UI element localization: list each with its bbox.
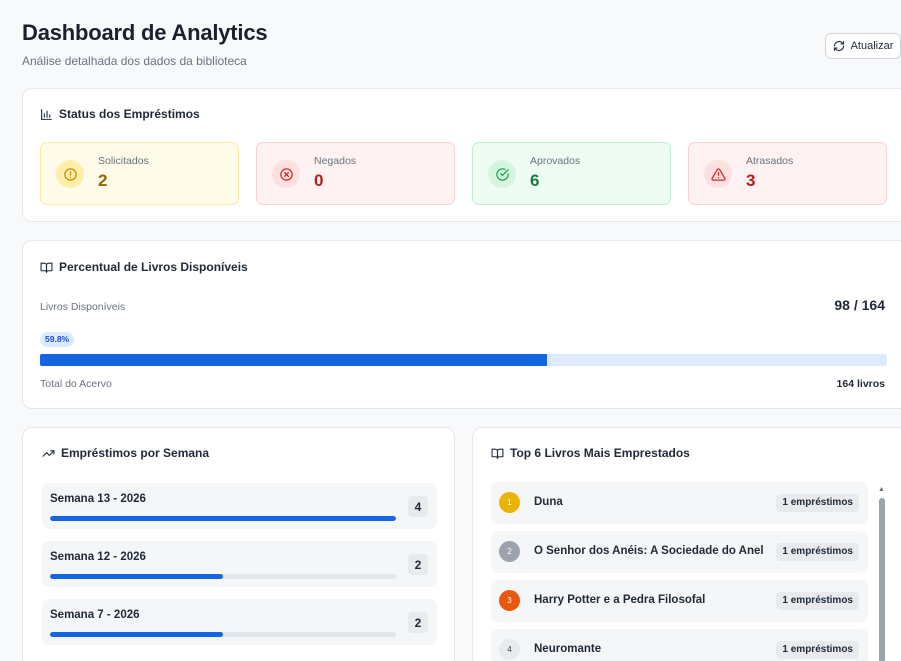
total-collection-value: 164 livros	[836, 378, 885, 390]
week-row: Semana 7 - 2026 2	[42, 599, 437, 645]
stat-denied-value: 0	[314, 171, 324, 190]
stat-denied-label: Negados	[314, 155, 357, 167]
week-progress-bar	[50, 632, 396, 637]
stat-requested-label: Solicitados	[98, 155, 149, 167]
top-books-heading: Top 6 Livros Mais Emprestados	[491, 446, 690, 460]
weekly-loans-card: Empréstimos por Semana Semana 13 - 2026 …	[22, 427, 455, 661]
total-collection-label: Total do Acervo	[40, 378, 112, 390]
week-label: Semana 7 - 2026	[50, 609, 140, 621]
list-item[interactable]: 2 O Senhor dos Anéis: A Sociedade do Ane…	[491, 531, 868, 573]
availability-card: Percentual de Livros Disponíveis Livros …	[22, 240, 901, 409]
open-book-icon	[40, 262, 53, 273]
weekly-loans-heading: Empréstimos por Semana	[42, 446, 209, 460]
book-title: Neuromante	[534, 643, 602, 655]
stat-overdue: Atrasados 3	[688, 142, 887, 205]
stat-requested-value: 2	[98, 171, 108, 190]
weekly-loans-title: Empréstimos por Semana	[61, 446, 210, 460]
list-item[interactable]: 3 Harry Potter e a Pedra Filosofal 1 emp…	[491, 580, 868, 622]
stat-denied: Negados 0	[256, 142, 455, 205]
alert-circle-icon	[56, 160, 84, 188]
analytics-page: Dashboard de Analytics Análise detalhada…	[0, 0, 901, 661]
open-book-icon	[491, 448, 504, 459]
list-item[interactable]: 4 Neuromante 1 empréstimos	[491, 629, 868, 661]
week-count-badge: 4	[408, 496, 428, 517]
availability-progress-fill	[40, 354, 547, 366]
refresh-label: Atualizar	[850, 40, 894, 52]
x-circle-icon	[272, 160, 300, 188]
trending-up-icon	[42, 449, 55, 457]
page-header: Dashboard de Analytics Análise detalhada…	[22, 20, 268, 68]
refresh-icon	[833, 40, 844, 52]
week-progress-fill	[50, 632, 223, 637]
availability-title: Percentual de Livros Disponíveis	[59, 260, 248, 274]
scroll-up-arrow-icon[interactable]: ▲	[878, 486, 885, 493]
loan-status-card: Status dos Empréstimos Solicitados 2 Neg…	[22, 88, 901, 222]
rank-badge: 4	[499, 639, 520, 660]
rank-badge: 3	[499, 590, 520, 611]
loan-status-title: Status dos Empréstimos	[59, 107, 200, 121]
stat-overdue-label: Atrasados	[746, 155, 794, 167]
refresh-button[interactable]: Atualizar	[825, 33, 901, 59]
loan-count-badge: 1 empréstimos	[776, 641, 859, 659]
week-count-badge: 2	[408, 554, 428, 575]
page-subtitle: Análise detalhada dos dados da bibliotec…	[22, 54, 247, 68]
stat-approved-value: 6	[530, 171, 540, 190]
book-title: O Senhor dos Anéis: A Sociedade do Anel	[534, 545, 764, 557]
loan-count-badge: 1 empréstimos	[776, 543, 859, 561]
week-count-badge: 2	[408, 612, 428, 633]
availability-heading: Percentual de Livros Disponíveis	[40, 260, 248, 274]
week-progress-bar	[50, 574, 396, 579]
availability-progress-bar	[40, 354, 887, 366]
week-label: Semana 12 - 2026	[50, 551, 146, 563]
stat-requested: Solicitados 2	[40, 142, 239, 205]
week-row: Semana 12 - 2026 2	[42, 541, 437, 587]
week-label: Semana 13 - 2026	[50, 493, 146, 505]
book-title: Duna	[534, 496, 563, 508]
page-title: Dashboard de Analytics	[22, 20, 268, 45]
percent-badge: 59.8%	[40, 332, 75, 347]
stat-overdue-value: 3	[746, 171, 756, 190]
check-circle-icon	[488, 160, 516, 188]
bar-chart-icon	[41, 108, 52, 120]
list-item[interactable]: 1 Duna 1 empréstimos	[491, 482, 868, 524]
warning-triangle-icon	[704, 160, 732, 188]
loan-count-badge: 1 empréstimos	[776, 494, 859, 512]
top-books-title: Top 6 Livros Mais Emprestados	[510, 446, 690, 460]
week-progress-fill	[50, 516, 396, 521]
scrollbar[interactable]: ▲	[878, 486, 886, 661]
scrollbar-thumb[interactable]	[879, 498, 885, 661]
week-progress-fill	[50, 574, 223, 579]
loan-count-badge: 1 empréstimos	[776, 592, 859, 610]
stat-approved: Aprovados 6	[472, 142, 671, 205]
rank-badge: 2	[499, 541, 520, 562]
loan-status-heading: Status dos Empréstimos	[40, 107, 200, 121]
book-title: Harry Potter e a Pedra Filosofal	[534, 594, 706, 606]
week-row: Semana 13 - 2026 4	[42, 483, 437, 529]
top-books-card: Top 6 Livros Mais Emprestados 1 Duna 1 e…	[472, 427, 901, 661]
available-books-count: 98 / 164	[834, 297, 885, 313]
week-progress-bar	[50, 516, 396, 521]
available-books-label: Livros Disponíveis	[40, 301, 126, 313]
stat-approved-label: Aprovados	[530, 155, 581, 167]
rank-badge: 1	[499, 492, 520, 513]
